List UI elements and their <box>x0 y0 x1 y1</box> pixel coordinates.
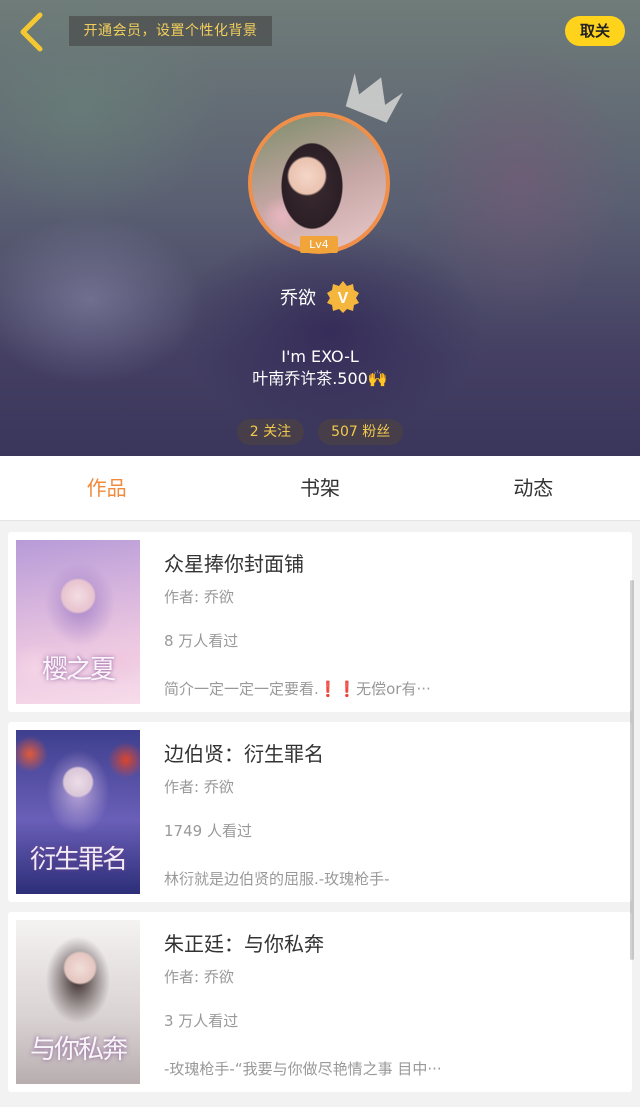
book-title: 众星捧你封面铺 <box>164 552 304 576</box>
cover-title: 与你私奔 <box>29 1035 128 1065</box>
list-item[interactable]: 与你私奔 朱正廷：与你私奔 作者: 乔欲 3 万人看过 -玫瑰枪手-“我要与你做… <box>8 912 632 1092</box>
book-cover: 与你私奔 <box>16 920 140 1084</box>
book-title: 朱正廷：与你私奔 <box>164 932 324 956</box>
tab-bar: 作品 书架 动态 <box>0 456 640 521</box>
book-author: 作者: 乔欲 <box>164 778 234 796</box>
avatar-image <box>248 112 390 254</box>
username: 乔欲 <box>280 288 316 309</box>
svg-text:V: V <box>338 290 349 307</box>
tab-bookshelf[interactable]: 书架 <box>213 456 426 520</box>
following-count[interactable]: 2 关注 <box>236 419 305 445</box>
book-author: 作者: 乔欲 <box>164 968 234 986</box>
book-views: 1749 人看过 <box>164 822 252 840</box>
chevron-left-icon <box>20 12 43 52</box>
book-views: 8 万人看过 <box>164 632 239 650</box>
list-item[interactable]: 衍生罪名 边伯贤：衍生罪名 作者: 乔欲 1749 人看过 林衍就是边伯贤的屈服… <box>8 722 632 902</box>
book-description: 林衍就是边伯贤的屈服.-玫瑰枪手- <box>164 870 390 888</box>
book-views: 3 万人看过 <box>164 1012 239 1030</box>
cover-title: 衍生罪名 <box>29 845 128 875</box>
bio-line-1: I'm EXO-L <box>281 347 359 366</box>
book-cover: 衍生罪名 <box>16 730 140 894</box>
vip-background-banner[interactable]: 开通会员，设置个性化背景 <box>69 16 272 46</box>
book-author: 作者: 乔欲 <box>164 588 234 606</box>
book-description: -玫瑰枪手-“我要与你做尽艳情之事 目中··· <box>164 1060 442 1078</box>
bio: I'm EXO-L 叶南乔许茶.500🙌 <box>0 346 640 390</box>
works-list: 樱之夏 众星捧你封面铺 作者: 乔欲 8 万人看过 简介一定一定一定要看.❗❗无… <box>8 532 632 1102</box>
followers-count[interactable]: 507 粉丝 <box>318 419 404 445</box>
level-badge: Lv4 <box>300 236 338 253</box>
profile-header: 开通会员，设置个性化背景 取关 Lv4 乔欲 V I'm EXO-L 叶南乔许茶… <box>0 0 640 456</box>
list-item[interactable]: 樱之夏 众星捧你封面铺 作者: 乔欲 8 万人看过 简介一定一定一定要看.❗❗无… <box>8 532 632 712</box>
book-description: 简介一定一定一定要看.❗❗无偿or有··· <box>164 680 431 698</box>
bio-line-2: 叶南乔许茶.500🙌 <box>252 369 388 388</box>
avatar[interactable]: Lv4 <box>248 112 390 254</box>
back-button[interactable] <box>12 10 50 54</box>
tab-activity[interactable]: 动态 <box>427 456 640 520</box>
stats-row: 2 关注 507 粉丝 <box>0 419 640 445</box>
cover-title: 樱之夏 <box>41 655 116 685</box>
verified-badge-icon: V <box>327 281 359 313</box>
name-row: 乔欲 V <box>0 280 640 314</box>
book-cover: 樱之夏 <box>16 540 140 704</box>
scrollbar[interactable] <box>630 580 634 960</box>
book-title: 边伯贤：衍生罪名 <box>164 742 324 766</box>
tab-works[interactable]: 作品 <box>0 456 213 520</box>
unfollow-button[interactable]: 取关 <box>565 16 625 46</box>
